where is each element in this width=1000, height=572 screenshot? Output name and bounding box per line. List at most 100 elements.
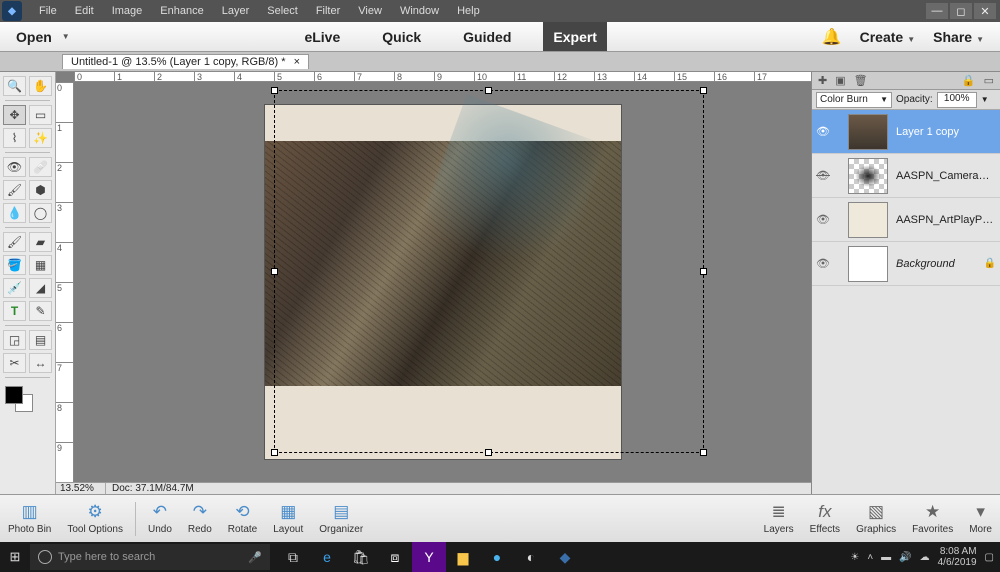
visibility-icon[interactable]: 👁 xyxy=(816,257,830,270)
recompose-tool[interactable]: ▤ xyxy=(29,330,52,350)
layer-thumbnail[interactable] xyxy=(848,114,888,150)
taskbar-search[interactable]: Type here to search 🎤 xyxy=(30,544,270,570)
healing-tool[interactable]: 🩹 xyxy=(29,157,52,177)
mode-expert[interactable]: Expert xyxy=(543,22,607,51)
window-close[interactable]: ✕ xyxy=(974,3,996,19)
redo-button[interactable]: ↷Redo xyxy=(180,502,220,535)
delete-layer-icon[interactable]: 🗑 xyxy=(854,74,868,87)
tray-volume-icon[interactable]: 🔊 xyxy=(899,552,911,563)
tray-chevron-icon[interactable]: ˄ xyxy=(867,552,873,563)
pse-icon[interactable]: ◆ xyxy=(548,542,582,572)
undo-button[interactable]: ↶Undo xyxy=(140,502,180,535)
rotate-button[interactable]: ⟲Rotate xyxy=(220,502,265,535)
eyedropper-tool[interactable]: 💉 xyxy=(3,278,26,298)
zoom-level[interactable]: 13.52% xyxy=(56,483,106,494)
paint-bucket-tool[interactable]: 🪣 xyxy=(3,255,26,275)
taskbar-clock[interactable]: 8:08 AM4/6/2019 xyxy=(938,546,977,568)
mode-guided[interactable]: Guided xyxy=(453,22,521,51)
layer-thumbnail[interactable] xyxy=(848,158,888,194)
mode-quick[interactable]: Quick xyxy=(372,22,431,51)
sponge-tool[interactable]: ◯ xyxy=(29,203,52,223)
create-menu[interactable]: Create▼ xyxy=(860,29,916,45)
start-button[interactable]: ⊞ xyxy=(0,542,30,572)
document-tab[interactable]: Untitled-1 @ 13.5% (Layer 1 copy, RGB/8)… xyxy=(62,54,309,69)
tray-network-icon[interactable]: ▬ xyxy=(881,552,891,563)
explorer-icon[interactable]: ▆ xyxy=(446,542,480,572)
lasso-tool[interactable]: ⌇ xyxy=(3,128,26,148)
layer-thumbnail[interactable] xyxy=(848,202,888,238)
window-minimize[interactable]: — xyxy=(926,3,948,19)
hand-tool[interactable]: ✋ xyxy=(29,76,52,96)
layer-row[interactable]: 👁 Background 🔒 xyxy=(812,242,1000,286)
more-button[interactable]: ▾More xyxy=(961,502,1000,535)
close-tab-icon[interactable]: × xyxy=(294,56,300,68)
new-layer-icon[interactable]: ✚ xyxy=(818,74,827,87)
blend-mode-dropdown[interactable]: Color Burn▼ xyxy=(816,92,892,108)
layer-row[interactable]: 👁 AASPN_CameraFo... xyxy=(812,154,1000,198)
type-tool[interactable]: T xyxy=(3,301,26,321)
app-icon-blue[interactable]: ● xyxy=(480,542,514,572)
menu-view[interactable]: View xyxy=(349,5,391,17)
opacity-input[interactable]: 100% xyxy=(937,92,977,108)
favorites-button[interactable]: ★Favorites xyxy=(904,502,961,535)
layer-name[interactable]: AASPN_ArtPlayPal... xyxy=(892,214,996,226)
share-menu[interactable]: Share▼ xyxy=(933,29,984,45)
color-swatch[interactable] xyxy=(5,386,33,412)
blur-tool[interactable]: 💧 xyxy=(3,203,26,223)
magic-wand-tool[interactable]: ✨ xyxy=(29,128,52,148)
task-view-icon[interactable]: ⧉ xyxy=(276,542,310,572)
layer-name[interactable]: Layer 1 copy xyxy=(892,126,996,138)
marquee-tool[interactable]: ▭ xyxy=(29,105,52,125)
graphics-button[interactable]: ▧Graphics xyxy=(848,502,904,535)
visibility-icon[interactable]: 👁 xyxy=(816,213,830,226)
layout-button[interactable]: ▦Layout xyxy=(265,502,311,535)
yahoo-icon[interactable]: Y xyxy=(412,542,446,572)
layers-button[interactable]: ≣Layers xyxy=(756,502,802,535)
layer-row[interactable]: 👁 AASPN_ArtPlayPal... xyxy=(812,198,1000,242)
menu-filter[interactable]: Filter xyxy=(307,5,349,17)
notifications-icon[interactable]: 🔔 xyxy=(822,27,842,47)
menu-help[interactable]: Help xyxy=(448,5,489,17)
tool-options-button[interactable]: ⚙Tool Options xyxy=(59,502,131,535)
dropbox-icon[interactable]: ⧈ xyxy=(378,542,412,572)
shape-tool[interactable]: ◢ xyxy=(29,278,52,298)
brush-tool[interactable]: 🖌 xyxy=(3,232,26,252)
open-button[interactable]: Open▼ xyxy=(6,27,80,47)
edge-icon[interactable]: e xyxy=(310,542,344,572)
effects-button[interactable]: fxEffects xyxy=(802,502,848,535)
menu-file[interactable]: File xyxy=(30,5,66,17)
redeye-tool[interactable]: 👁 xyxy=(3,157,26,177)
tray-onedrive-icon[interactable]: ☁ xyxy=(920,552,930,563)
gradient-tool[interactable]: ▦ xyxy=(29,255,52,275)
chrome-icon[interactable]: ◐ xyxy=(514,542,548,572)
menu-layer[interactable]: Layer xyxy=(213,5,259,17)
panel-menu-icon[interactable]: ▭ xyxy=(984,74,994,87)
menu-window[interactable]: Window xyxy=(391,5,448,17)
move-tool[interactable]: ✥ xyxy=(3,105,26,125)
menu-enhance[interactable]: Enhance xyxy=(151,5,212,17)
clone-stamp-tool[interactable]: ⬢ xyxy=(29,180,52,200)
menu-image[interactable]: Image xyxy=(103,5,152,17)
crop-tool[interactable]: ◲ xyxy=(3,330,26,350)
pencil-tool[interactable]: ✎ xyxy=(29,301,52,321)
mode-elive[interactable]: eLive xyxy=(294,22,350,51)
layer-row[interactable]: 👁 Layer 1 copy xyxy=(812,110,1000,154)
notifications-tray-icon[interactable]: ▢ xyxy=(985,552,994,563)
straighten-tool[interactable]: ↔ xyxy=(29,353,52,373)
zoom-tool[interactable]: 🔍 xyxy=(3,76,26,96)
layer-name[interactable]: Background xyxy=(892,258,980,270)
lock-icon[interactable]: 🔒 xyxy=(962,74,976,87)
layer-thumbnail[interactable] xyxy=(848,246,888,282)
canvas[interactable] xyxy=(74,82,811,482)
photo-bin-button[interactable]: ▥Photo Bin xyxy=(0,502,59,535)
eraser-tool[interactable]: ▰ xyxy=(29,232,52,252)
layer-name[interactable]: AASPN_CameraFo... xyxy=(892,170,996,182)
smart-brush-tool[interactable]: 🖌 xyxy=(3,180,26,200)
organizer-button[interactable]: ▤Organizer xyxy=(311,502,371,535)
store-icon[interactable]: 🛍 xyxy=(344,542,378,572)
visibility-icon[interactable]: 👁 xyxy=(816,169,830,182)
new-group-icon[interactable]: ▣ xyxy=(835,74,845,87)
visibility-icon[interactable]: 👁 xyxy=(816,125,830,138)
window-maximize[interactable]: ◻ xyxy=(950,3,972,19)
tray-weather-icon[interactable]: ☀ xyxy=(850,552,859,563)
